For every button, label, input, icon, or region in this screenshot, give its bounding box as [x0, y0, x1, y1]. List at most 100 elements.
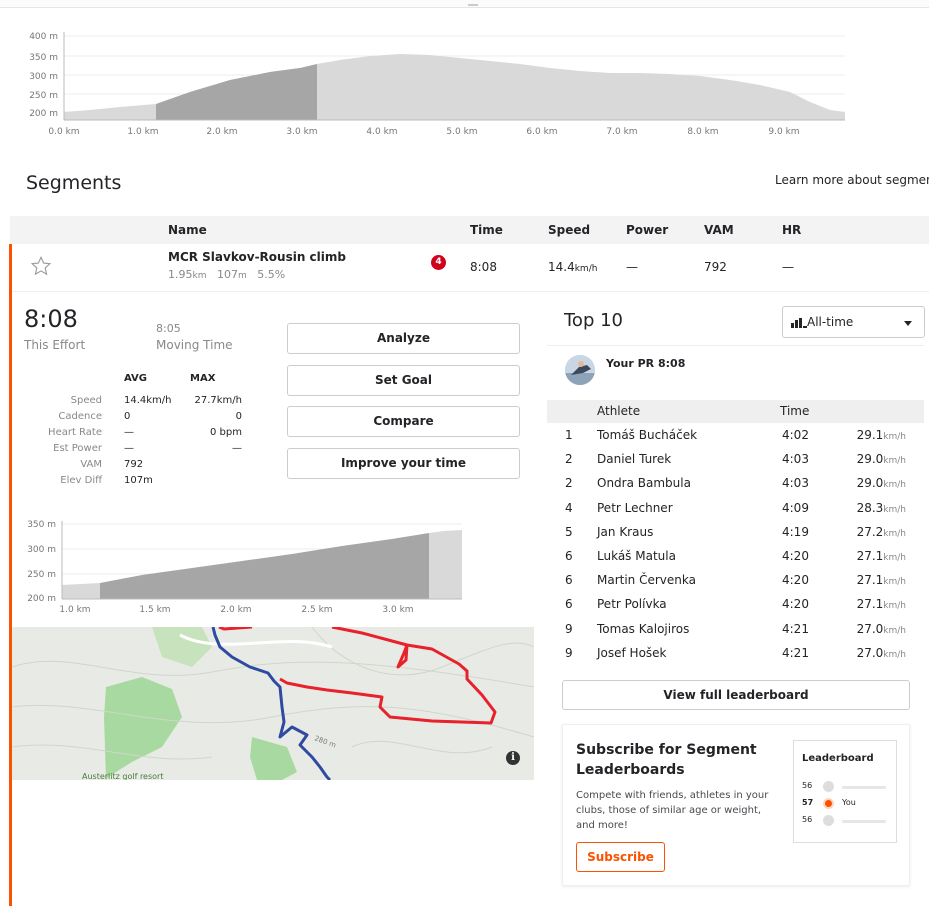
map-info-icon[interactable]: i	[506, 751, 520, 765]
lb-time: 4:20	[782, 597, 809, 612]
learn-more-link[interactable]: Learn more about segment	[775, 173, 929, 187]
leaderboard-row[interactable]: 4 Petr Lechner 4:09 28.3km/h	[547, 496, 924, 520]
lb-time: 4:20	[782, 549, 809, 563]
lb-athlete-name[interactable]: Tomas Kalojiros	[597, 622, 689, 636]
leaderboard-row[interactable]: 2 Daniel Turek 4:03 29.0km/h	[547, 447, 924, 471]
segment-hr: —	[782, 260, 794, 274]
avatar[interactable]	[565, 355, 595, 385]
star-icon[interactable]	[30, 255, 52, 277]
moving-time: 8:05	[156, 322, 181, 335]
resize-grip-icon[interactable]	[468, 4, 478, 6]
pr-label: Your PR	[606, 357, 655, 370]
y-tick: 350 m	[27, 520, 56, 530]
lb-speed-unit: km/h	[883, 504, 906, 515]
map-canvas[interactable]: 280 m Austerlitz golf resort	[12, 627, 534, 780]
column-speed[interactable]: Speed	[548, 223, 590, 237]
leaderboard-row[interactable]: 6 Lukáš Matula 4:20 27.1km/h	[547, 544, 924, 568]
segment-time: 8:08	[470, 260, 497, 274]
selected-segment-area	[156, 64, 317, 120]
athlete-column: Athlete	[597, 404, 641, 418]
achievement-badge-icon: 4	[431, 255, 446, 270]
lb-athlete-name[interactable]: Jan Kraus	[597, 525, 653, 539]
x-tick: 2.0 km	[220, 605, 251, 615]
lb-athlete-name[interactable]: Lukáš Matula	[597, 549, 676, 563]
lb-speed-value: 27.1	[856, 549, 884, 563]
moving-time-label: Moving Time	[156, 338, 233, 352]
lb-speed-unit: km/h	[883, 528, 906, 539]
lb-rank: 6	[565, 549, 573, 563]
x-tick: 9.0 km	[768, 127, 799, 137]
subscribe-button[interactable]: Subscribe	[576, 842, 665, 872]
avg-header: AVG	[124, 373, 148, 384]
x-tick: 1.0 km	[59, 605, 90, 615]
x-tick: 3.0 km	[286, 127, 317, 137]
column-name[interactable]: Name	[168, 223, 207, 237]
lb-speed: 27.1km/h	[857, 549, 906, 563]
mini-dot	[823, 815, 834, 826]
view-full-leaderboard-button[interactable]: View full leaderboard	[562, 680, 910, 710]
lb-speed: 27.1km/h	[857, 573, 906, 587]
x-tick: 6.0 km	[526, 127, 557, 137]
segment-row[interactable]: MCR Slavkov-Rousin climb 1.95km 107m 5.5…	[12, 244, 929, 292]
y-tick: 250 m	[29, 91, 58, 101]
mini-leaderboard-illustration: Leaderboard 56 57 You 56	[793, 740, 897, 843]
x-tick: 1.5 km	[139, 605, 170, 615]
column-vam[interactable]: VAM	[704, 223, 734, 237]
lb-speed: 27.2km/h	[857, 525, 906, 539]
subscribe-title: Subscribe for Segment Leaderboards	[576, 742, 757, 778]
y-tick: 300 m	[27, 545, 56, 555]
compare-button[interactable]: Compare	[287, 406, 520, 437]
lb-speed-value: 29.0	[856, 476, 884, 491]
lb-athlete-name[interactable]: Josef Hošek	[597, 646, 667, 660]
lb-athlete-name[interactable]: Petr Lechner	[597, 501, 673, 515]
lb-athlete-name[interactable]: Martin Červenka	[597, 573, 696, 587]
lb-speed-unit: km/h	[883, 456, 906, 467]
analyze-button[interactable]: Analyze	[287, 323, 520, 354]
leaderboard-filter-select[interactable]: All-time	[782, 306, 925, 338]
lb-speed-unit: km/h	[883, 553, 906, 563]
stat-avg: —	[124, 443, 134, 454]
x-tick: 0.0 km	[48, 127, 79, 137]
stat-label: Speed	[70, 395, 102, 406]
stat-label: Elev Diff	[60, 475, 102, 486]
x-tick: 2.0 km	[206, 127, 237, 137]
leaderboard-row[interactable]: 2 Ondra Bambula 4:03 29.0km/h	[547, 471, 924, 495]
column-hr[interactable]: HR	[782, 223, 801, 237]
column-time[interactable]: Time	[470, 223, 503, 237]
lb-rank: 2	[565, 452, 573, 467]
set-goal-button[interactable]: Set Goal	[287, 365, 520, 396]
segment-speed: 14.4km/h	[548, 260, 597, 274]
mini-rank: 56	[802, 781, 813, 790]
lb-athlete-name[interactable]: Tomáš Bucháček	[597, 428, 697, 442]
leaderboard-row[interactable]: 1 Tomáš Bucháček 4:02 29.1km/h	[547, 423, 924, 447]
lb-speed-unit: km/h	[883, 649, 906, 660]
lb-speed: 27.0km/h	[857, 622, 906, 636]
column-power[interactable]: Power	[626, 223, 668, 237]
y-tick: 400 m	[29, 32, 58, 42]
segment-name[interactable]: MCR Slavkov-Rousin climb	[168, 250, 346, 264]
mini-row-you: 57 You	[802, 797, 892, 811]
segment-map[interactable]: 280 m Austerlitz golf resort	[12, 627, 534, 780]
segment-power: —	[626, 260, 638, 274]
mini-row: 56	[802, 814, 892, 828]
segment-elevation-chart[interactable]: 350 m 300 m 250 m 200 m 1.0 km 1.5 km 2.…	[12, 517, 467, 617]
lb-rank: 2	[565, 476, 573, 491]
elevation-profile-chart[interactable]: 400 m 350 m 300 m 250 m 200 m 0.0 km 1.0…	[0, 22, 929, 152]
lb-rank: 4	[565, 500, 573, 515]
leaderboard-row[interactable]: 9 Tomas Kalojiros 4:21 27.0km/h	[547, 617, 924, 641]
lb-athlete-name[interactable]: Daniel Turek	[597, 452, 671, 466]
leaderboard-row[interactable]: 9 Josef Hošek 4:21 27.0km/h	[547, 641, 924, 665]
avatar-image	[565, 355, 595, 385]
lb-speed-value: 29.1	[856, 428, 884, 442]
leaderboard-row[interactable]: 6 Petr Polívka 4:20 27.1km/h	[547, 592, 924, 616]
lb-time: 4:02	[782, 428, 809, 442]
lb-athlete-name[interactable]: Petr Polívka	[597, 597, 667, 611]
mini-dot-you	[823, 798, 834, 809]
segment-grade: 5.5%	[257, 268, 286, 281]
x-tick: 3.0 km	[382, 605, 413, 615]
improve-time-button[interactable]: Improve your time	[287, 448, 520, 479]
lb-athlete-name[interactable]: Ondra Bambula	[597, 476, 691, 490]
mini-bar	[842, 786, 886, 789]
leaderboard-row[interactable]: 6 Martin Červenka 4:20 27.1km/h	[547, 568, 924, 592]
leaderboard-row[interactable]: 5 Jan Kraus 4:19 27.2km/h	[547, 520, 924, 544]
